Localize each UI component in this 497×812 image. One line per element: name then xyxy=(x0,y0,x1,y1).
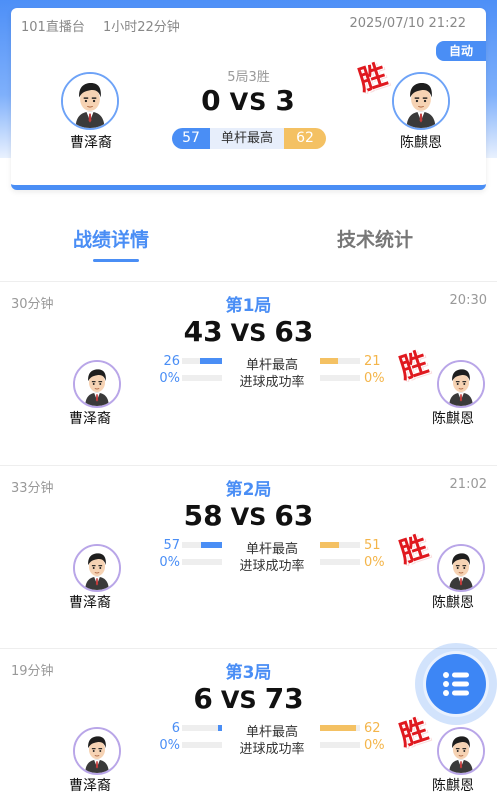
high-break-left: 57 xyxy=(172,128,210,149)
tab-match-details[interactable]: 战绩详情 xyxy=(73,225,149,252)
frame-score-left: 43 xyxy=(183,315,223,348)
avatar-left-player[interactable] xyxy=(73,360,121,408)
high-break-right: 62 xyxy=(284,128,326,149)
player-name-right: 陈麒恩 xyxy=(400,135,442,151)
stat-right-value: 51 xyxy=(364,538,381,553)
player-name-left: 曹泽裔 xyxy=(69,778,111,794)
frame-score-right: 63 xyxy=(274,315,314,348)
tab-tech-stats[interactable]: 技术统计 xyxy=(337,225,413,252)
player-name-left: 曹泽裔 xyxy=(69,595,111,611)
frame-card[interactable]: 33分钟 第2局 21:02 58 VS 63 57 单杆最高 51 0% 进球成功… xyxy=(0,466,497,649)
frame-score: 58 VS 63 xyxy=(0,499,497,532)
avatar-left-player[interactable] xyxy=(73,727,121,775)
frame-end-time: 21:02 xyxy=(449,477,487,492)
stat-left-bar-fill xyxy=(218,725,222,731)
stat-label: 进球成功率 xyxy=(239,742,305,757)
stat-left-value: 0% xyxy=(159,555,180,570)
score-left: 0 xyxy=(201,84,222,117)
stat-left-value: 0% xyxy=(159,371,180,386)
frame-score-left: 6 xyxy=(193,682,213,715)
vs-label: VS xyxy=(220,686,257,714)
player-name-right: 陈麒恩 xyxy=(432,595,474,611)
stat-right-bar xyxy=(320,375,360,381)
stat-left-value: 6 xyxy=(171,721,180,736)
menu-fab-button[interactable] xyxy=(426,654,486,714)
high-break-comparison: 57 单杆最高 62 xyxy=(172,128,326,149)
player-name-left: 曹泽裔 xyxy=(70,135,112,151)
stat-left-bar xyxy=(182,742,222,748)
stat-left-bar-fill xyxy=(200,358,222,364)
stat-right-bar xyxy=(320,742,360,748)
frame-score-left: 58 xyxy=(183,499,223,532)
match-duration: 1小时22分钟 xyxy=(102,20,180,35)
vs-label: VS xyxy=(230,319,267,347)
stat-left-bar-fill xyxy=(200,542,222,548)
stat-label: 进球成功率 xyxy=(239,559,305,574)
stat-right-bar-fill xyxy=(320,542,339,548)
stat-right-value: 62 xyxy=(364,721,381,736)
vs-label: VS xyxy=(229,88,268,116)
vs-label: VS xyxy=(230,503,267,531)
stat-right-bar-fill xyxy=(320,725,357,731)
avatar-right-player[interactable] xyxy=(437,360,485,408)
frame-end-time: 20:30 xyxy=(449,293,487,308)
stat-right-value: 0% xyxy=(364,555,385,570)
stat-left-bar xyxy=(182,725,222,731)
high-break-label: 单杆最高 xyxy=(210,128,284,149)
player-name-right: 陈麒恩 xyxy=(432,778,474,794)
channel-name: 101直播台 xyxy=(21,20,85,35)
stat-left-bar xyxy=(182,542,222,548)
frame-score: 43 VS 63 xyxy=(0,315,497,348)
stat-right-value: 0% xyxy=(364,371,385,386)
stat-left-value: 57 xyxy=(163,538,180,553)
stat-left-value: 26 xyxy=(163,354,180,369)
frame-title: 第2局 xyxy=(225,480,272,500)
match-meta: 101直播台 1小时22分钟 xyxy=(21,16,194,35)
stat-right-bar-fill xyxy=(320,358,338,364)
avatar-right-player[interactable] xyxy=(437,544,485,592)
tab-active-indicator xyxy=(93,259,139,262)
avatar-right-player[interactable] xyxy=(392,72,450,130)
stat-left-value: 0% xyxy=(159,738,180,753)
player-name-left: 曹泽裔 xyxy=(69,411,111,427)
frame-score-right: 73 xyxy=(264,682,304,715)
stat-left-bar xyxy=(182,559,222,565)
stat-right-value: 21 xyxy=(364,354,381,369)
stat-left-bar xyxy=(182,375,222,381)
tab-bar: 战绩详情 技术统计 xyxy=(0,225,497,265)
frame-score-right: 63 xyxy=(274,499,314,532)
frame-card[interactable]: 30分钟 第1局 20:30 43 VS 63 26 单杆最高 21 0% 进球成功… xyxy=(0,282,497,465)
auto-badge[interactable]: 自动 xyxy=(436,41,486,61)
stat-right-bar xyxy=(320,542,360,548)
list-icon xyxy=(443,672,469,696)
stat-right-bar xyxy=(320,559,360,565)
stat-right-bar xyxy=(320,358,360,364)
frame-title: 第1局 xyxy=(225,296,272,316)
stat-label: 进球成功率 xyxy=(239,375,305,390)
match-datetime: 2025/07/10 21:22 xyxy=(349,16,466,31)
avatar-left-player[interactable] xyxy=(73,544,121,592)
match-summary-card: 101直播台 1小时22分钟 2025/07/10 21:22 自动 曹泽裔 5… xyxy=(11,8,486,190)
player-name-right: 陈麒恩 xyxy=(432,411,474,427)
stat-left-bar xyxy=(182,358,222,364)
stat-right-bar xyxy=(320,725,360,731)
score-right: 3 xyxy=(275,84,296,117)
avatar-right-player[interactable] xyxy=(437,727,485,775)
stat-right-value: 0% xyxy=(364,738,385,753)
